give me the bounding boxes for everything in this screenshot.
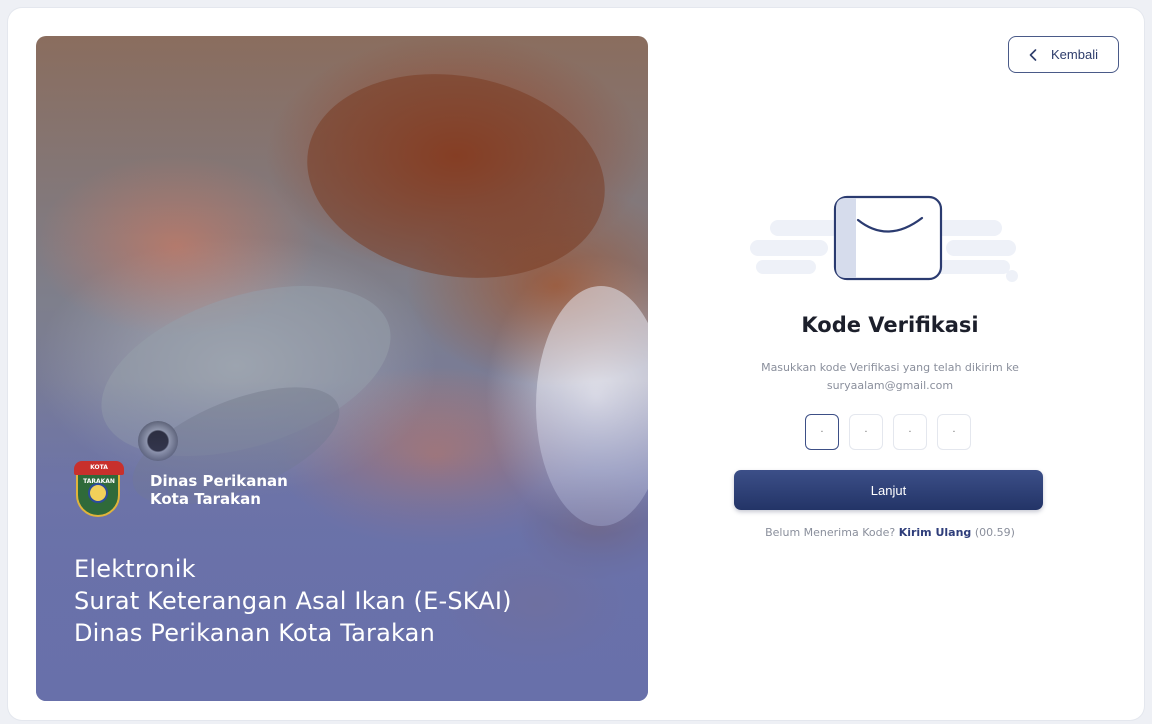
brand-line-2: Kota Tarakan [150,490,261,508]
otp-digit-4[interactable] [937,414,971,450]
envelope-icon [833,195,943,281]
brand-block: KOTA TARAKAN Dinas Perikanan Kota Taraka… [74,461,288,519]
description-text: Masukkan kode Verifikasi yang telah diki… [761,361,1019,374]
otp-input-group [805,414,971,450]
resend-prompt: Belum Menerima Kode? [765,526,896,539]
hero-overlay [36,381,648,701]
envelope-illustration [750,195,1018,282]
continue-button[interactable]: Lanjut [734,470,1043,510]
back-button-label: Kembali [1051,47,1098,62]
city-crest-logo: KOTA TARAKAN [74,461,124,519]
brand-line-1: Dinas Perikanan [150,472,288,490]
hero-title: Elektronik Surat Keterangan Asal Ikan (E… [74,553,512,649]
otp-digit-3[interactable] [893,414,927,450]
hero-title-line-2: Surat Keterangan Asal Ikan (E-SKAI) [74,587,512,615]
hero-title-line-1: Elektronik [74,555,196,583]
lobster-shape [290,51,622,301]
resend-timer: (00.59) [974,526,1015,539]
back-button[interactable]: Kembali [1008,36,1119,73]
recipient-email: suryaalam@gmail.com [826,379,954,392]
resend-row: Belum Menerima Kode? Kirim Ulang (00.59) [700,526,1080,539]
resend-link[interactable]: Kirim Ulang [899,526,972,539]
chevron-left-icon [1029,48,1037,61]
crest-ribbon-text: KOTA TARAKAN [74,461,124,485]
otp-digit-1[interactable] [805,414,839,450]
otp-digit-2[interactable] [849,414,883,450]
verification-description: Masukkan kode Verifikasi yang telah diki… [700,359,1080,395]
hero-title-line-3: Dinas Perikanan Kota Tarakan [74,619,435,647]
page-title: Kode Verifikasi [801,313,979,337]
brand-name: Dinas Perikanan Kota Tarakan [150,472,288,508]
